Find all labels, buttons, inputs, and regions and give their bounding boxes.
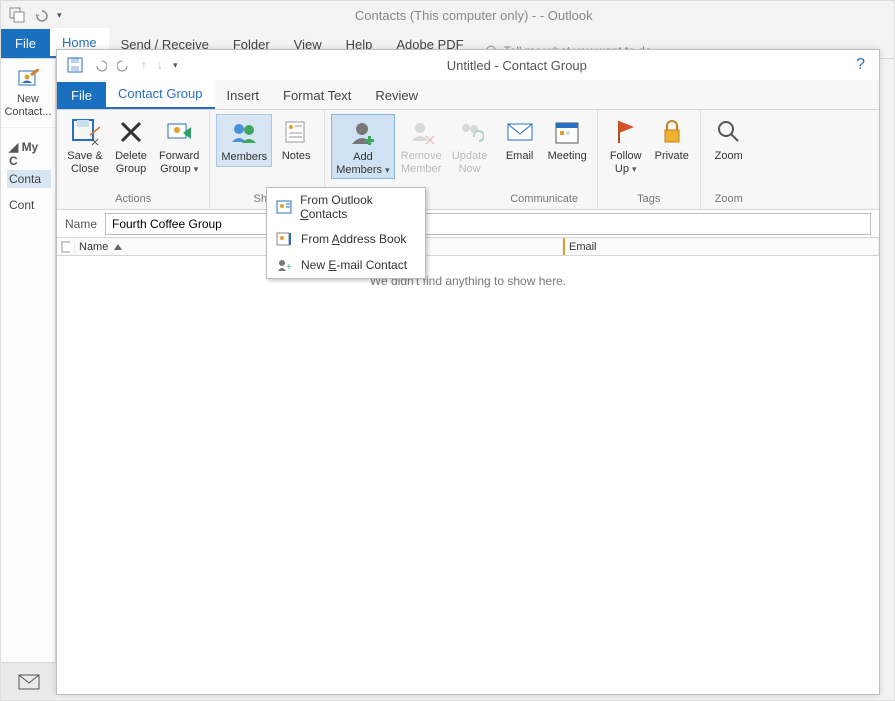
child-contactgroup-tab[interactable]: Contact Group bbox=[106, 79, 215, 109]
dropdown-from-outlook-contacts[interactable]: From Outlook Contacts bbox=[267, 188, 425, 226]
dropdown-item-label: From Outlook Contacts bbox=[300, 193, 417, 221]
ribbon-group-tags: FollowUp ▾ Private Tags bbox=[598, 110, 701, 209]
new-contact-label: NewContact... bbox=[1, 93, 55, 119]
name-label: Name bbox=[57, 217, 105, 231]
dropdown-item-label: New E-mail Contact bbox=[301, 258, 407, 272]
svg-text:+: + bbox=[286, 262, 292, 272]
ribbon-group-zoom: Zoom Zoom bbox=[701, 110, 757, 209]
private-button[interactable]: Private bbox=[650, 114, 694, 165]
help-icon[interactable]: ? bbox=[856, 56, 869, 74]
undo-icon[interactable] bbox=[33, 8, 49, 22]
addressbook-icon bbox=[275, 199, 292, 215]
ribbon-group-communicate-label: Communicate bbox=[510, 193, 578, 207]
ribbon-group-communicate: Email Meeting Communicate bbox=[492, 110, 598, 209]
undo2-icon[interactable] bbox=[93, 58, 107, 72]
qat2-customize-icon[interactable]: ▾ bbox=[173, 60, 178, 71]
ribbon-group-tags-label: Tags bbox=[637, 193, 660, 207]
meeting-button[interactable]: Meeting bbox=[544, 114, 591, 165]
group-name-input[interactable] bbox=[105, 213, 871, 235]
email-button[interactable]: Email bbox=[498, 114, 542, 165]
dropdown-from-address-book[interactable]: From Address Book bbox=[267, 226, 425, 252]
child-formattext-tab[interactable]: Format Text bbox=[271, 81, 363, 109]
qat-icon[interactable] bbox=[9, 7, 25, 23]
new-contact-button[interactable]: NewContact... bbox=[1, 59, 55, 128]
grid-icon-col[interactable] bbox=[57, 238, 75, 255]
save-close-button[interactable]: Save &Close bbox=[63, 114, 107, 177]
child-insert-tab[interactable]: Insert bbox=[215, 81, 272, 109]
grid-email-col[interactable]: Email bbox=[563, 238, 879, 255]
forward-group-button[interactable]: ForwardGroup ▾ bbox=[155, 114, 203, 177]
outlook-app: ▾ Contacts (This computer only) - - Outl… bbox=[0, 0, 895, 701]
contacts-folder-selected[interactable]: Conta bbox=[7, 170, 51, 188]
left-panel: NewContact... ◢ My C Conta Cont bbox=[1, 59, 56, 700]
contacts-folder[interactable]: Cont bbox=[7, 196, 51, 214]
grid-header: Name Email bbox=[57, 238, 879, 256]
child-file-tab[interactable]: File bbox=[57, 82, 106, 109]
grid-body: We didn't find anything to show here. bbox=[57, 256, 879, 694]
new-contact-icon: + bbox=[275, 257, 293, 273]
remove-member-button: RemoveMember bbox=[397, 114, 446, 177]
empty-message: We didn't find anything to show here. bbox=[57, 256, 879, 288]
dropdown-new-email-contact[interactable]: + New E-mail Contact bbox=[267, 252, 425, 278]
my-contacts-header[interactable]: ◢ My C bbox=[7, 138, 51, 170]
child-window-title: Untitled - Contact Group bbox=[188, 58, 847, 73]
dropdown-item-label: From Address Book bbox=[301, 232, 406, 246]
ribbon-group-actions-label: Actions bbox=[115, 193, 151, 207]
down-arrow-icon[interactable]: ↓ bbox=[157, 58, 163, 72]
mail-nav-icon[interactable] bbox=[1, 662, 56, 700]
ribbon: Save &Close DeleteGroup ForwardGroup ▾ A… bbox=[57, 110, 879, 210]
ribbon-group-zoom-label: Zoom bbox=[715, 193, 743, 207]
update-now-button: UpdateNow bbox=[448, 114, 492, 177]
main-titlebar: ▾ Contacts (This computer only) - - Outl… bbox=[1, 1, 894, 29]
members-button[interactable]: Members bbox=[216, 114, 272, 167]
main-file-tab[interactable]: File bbox=[1, 29, 50, 58]
ribbon-group-actions: Save &Close DeleteGroup ForwardGroup ▾ A… bbox=[57, 110, 210, 209]
followup-button[interactable]: FollowUp ▾ bbox=[604, 114, 648, 177]
zoom-button[interactable]: Zoom bbox=[707, 114, 751, 165]
notes-button[interactable]: Notes bbox=[274, 114, 318, 165]
redo2-icon[interactable] bbox=[117, 58, 131, 72]
delete-group-button[interactable]: DeleteGroup bbox=[109, 114, 153, 177]
addressbook2-icon bbox=[275, 231, 293, 247]
save-icon[interactable] bbox=[67, 57, 83, 73]
add-members-button[interactable]: AddMembers ▾ bbox=[331, 114, 394, 179]
up-arrow-icon[interactable]: ↑ bbox=[141, 58, 147, 72]
main-window-title: Contacts (This computer only) - - Outloo… bbox=[355, 8, 593, 23]
name-bar: Name bbox=[57, 210, 879, 238]
add-members-dropdown: From Outlook Contacts From Address Book … bbox=[266, 187, 426, 279]
child-review-tab[interactable]: Review bbox=[363, 81, 430, 109]
contact-group-window: ↑ ↓ ▾ Untitled - Contact Group ? File Co… bbox=[56, 49, 880, 695]
sort-asc-icon bbox=[114, 244, 122, 250]
